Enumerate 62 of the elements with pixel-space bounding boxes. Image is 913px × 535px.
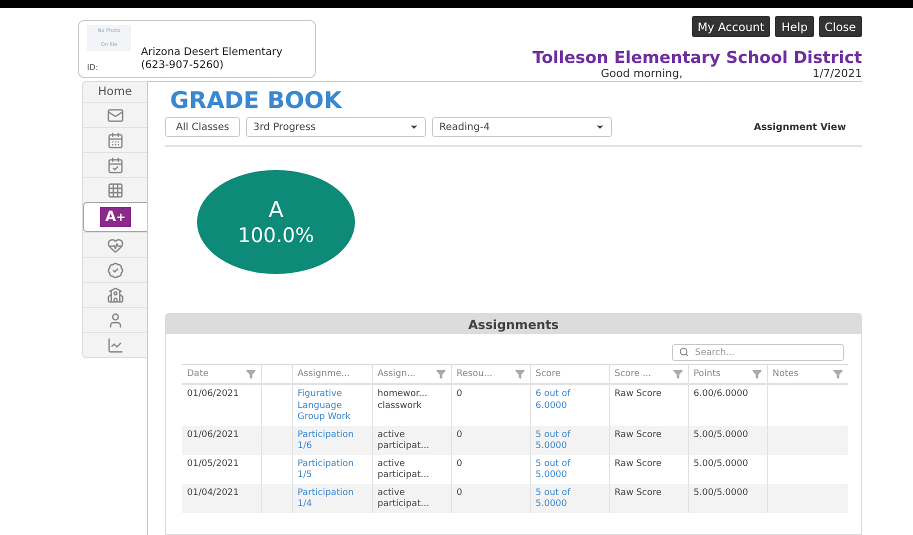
table-cell: 01/04/2021 (182, 484, 261, 512)
filter-icon[interactable] (514, 369, 524, 379)
table-cell: 0 (451, 384, 530, 426)
score-link[interactable]: 5 out of 5.0000 (536, 458, 604, 482)
table-cell: 5.00/5.0000 (688, 484, 767, 512)
filter-icon[interactable] (752, 369, 762, 379)
table-cell: 0 (451, 454, 530, 484)
page-title: GRADE BOOK (169, 88, 344, 114)
filter-icon[interactable] (672, 369, 682, 379)
table-cell: 0 (451, 426, 530, 454)
search-field[interactable]: Search... (672, 344, 844, 361)
header-button[interactable]: Help (775, 16, 814, 37)
school-icon (106, 286, 124, 304)
score-link[interactable]: 5 out of 5.0000 (536, 488, 604, 510)
filter-icon[interactable] (833, 369, 843, 379)
table-cell: 0 (451, 484, 530, 512)
table-cell: Raw Score (609, 426, 688, 454)
assignment-link[interactable]: Figurative Language Group Work (298, 389, 366, 424)
filter-dropdown[interactable]: 3rd Progress (246, 117, 426, 137)
table-cell: 01/05/2021 (182, 454, 261, 484)
table-cell: Raw Score (609, 454, 688, 484)
table-cell: active participat... (372, 454, 451, 484)
table-cell: Raw Score (609, 484, 688, 512)
view-label: Assignment View (754, 122, 847, 132)
mail-icon (106, 106, 124, 124)
grade-letter: A (268, 198, 284, 222)
grade-percent: 100.0% (238, 222, 314, 246)
table-cell: 5.00/5.0000 (688, 426, 767, 454)
school-phone: (623-907-5260) (141, 59, 225, 72)
table-cell: active participat... (372, 426, 451, 454)
score-link[interactable]: 6 out of 6.0000 (536, 389, 604, 412)
table-cell: 01/06/2021 (182, 426, 261, 454)
table-cell: Raw Score (609, 384, 688, 426)
id-label: ID: (87, 63, 100, 72)
table-cell: active participat... (372, 484, 451, 512)
district-name: Tolleson Elementary School District (532, 48, 862, 67)
table-cell: homewor... classwork (372, 384, 451, 426)
assignment-link[interactable]: Participation 1/5 (298, 458, 366, 482)
school-name: Arizona Desert Elementary (141, 46, 282, 59)
grid-icon (106, 182, 124, 198)
filter-icon[interactable] (436, 369, 446, 379)
calendar-check-icon (106, 156, 124, 174)
header-button[interactable]: Close (818, 16, 862, 37)
score-link[interactable]: 5 out of 5.0000 (536, 430, 604, 452)
table-cell: 5.00/5.0000 (688, 454, 767, 484)
filter-icon[interactable] (246, 369, 256, 379)
badge-check-icon (106, 262, 124, 278)
date: 1/7/2021 (812, 67, 862, 80)
heart-pulse-icon (106, 236, 124, 254)
table-cell: 01/06/2021 (182, 384, 261, 426)
search-icon (679, 347, 689, 357)
filter-dropdown[interactable]: Reading-4 (432, 117, 612, 137)
assignment-link[interactable]: Participation 1/4 (298, 488, 366, 510)
calendar-icon (106, 132, 124, 148)
header-button[interactable]: My Account (692, 16, 770, 37)
line-chart-icon (106, 336, 124, 354)
table-cell: 6.00/6.0000 (688, 384, 767, 426)
assignment-link[interactable]: Participation 1/6 (298, 430, 366, 452)
filter-button[interactable]: All Classes (165, 117, 240, 137)
home-link[interactable]: Home (83, 82, 147, 102)
panel-title: Assignments (468, 316, 559, 332)
greeting: Good morning, (600, 67, 683, 80)
